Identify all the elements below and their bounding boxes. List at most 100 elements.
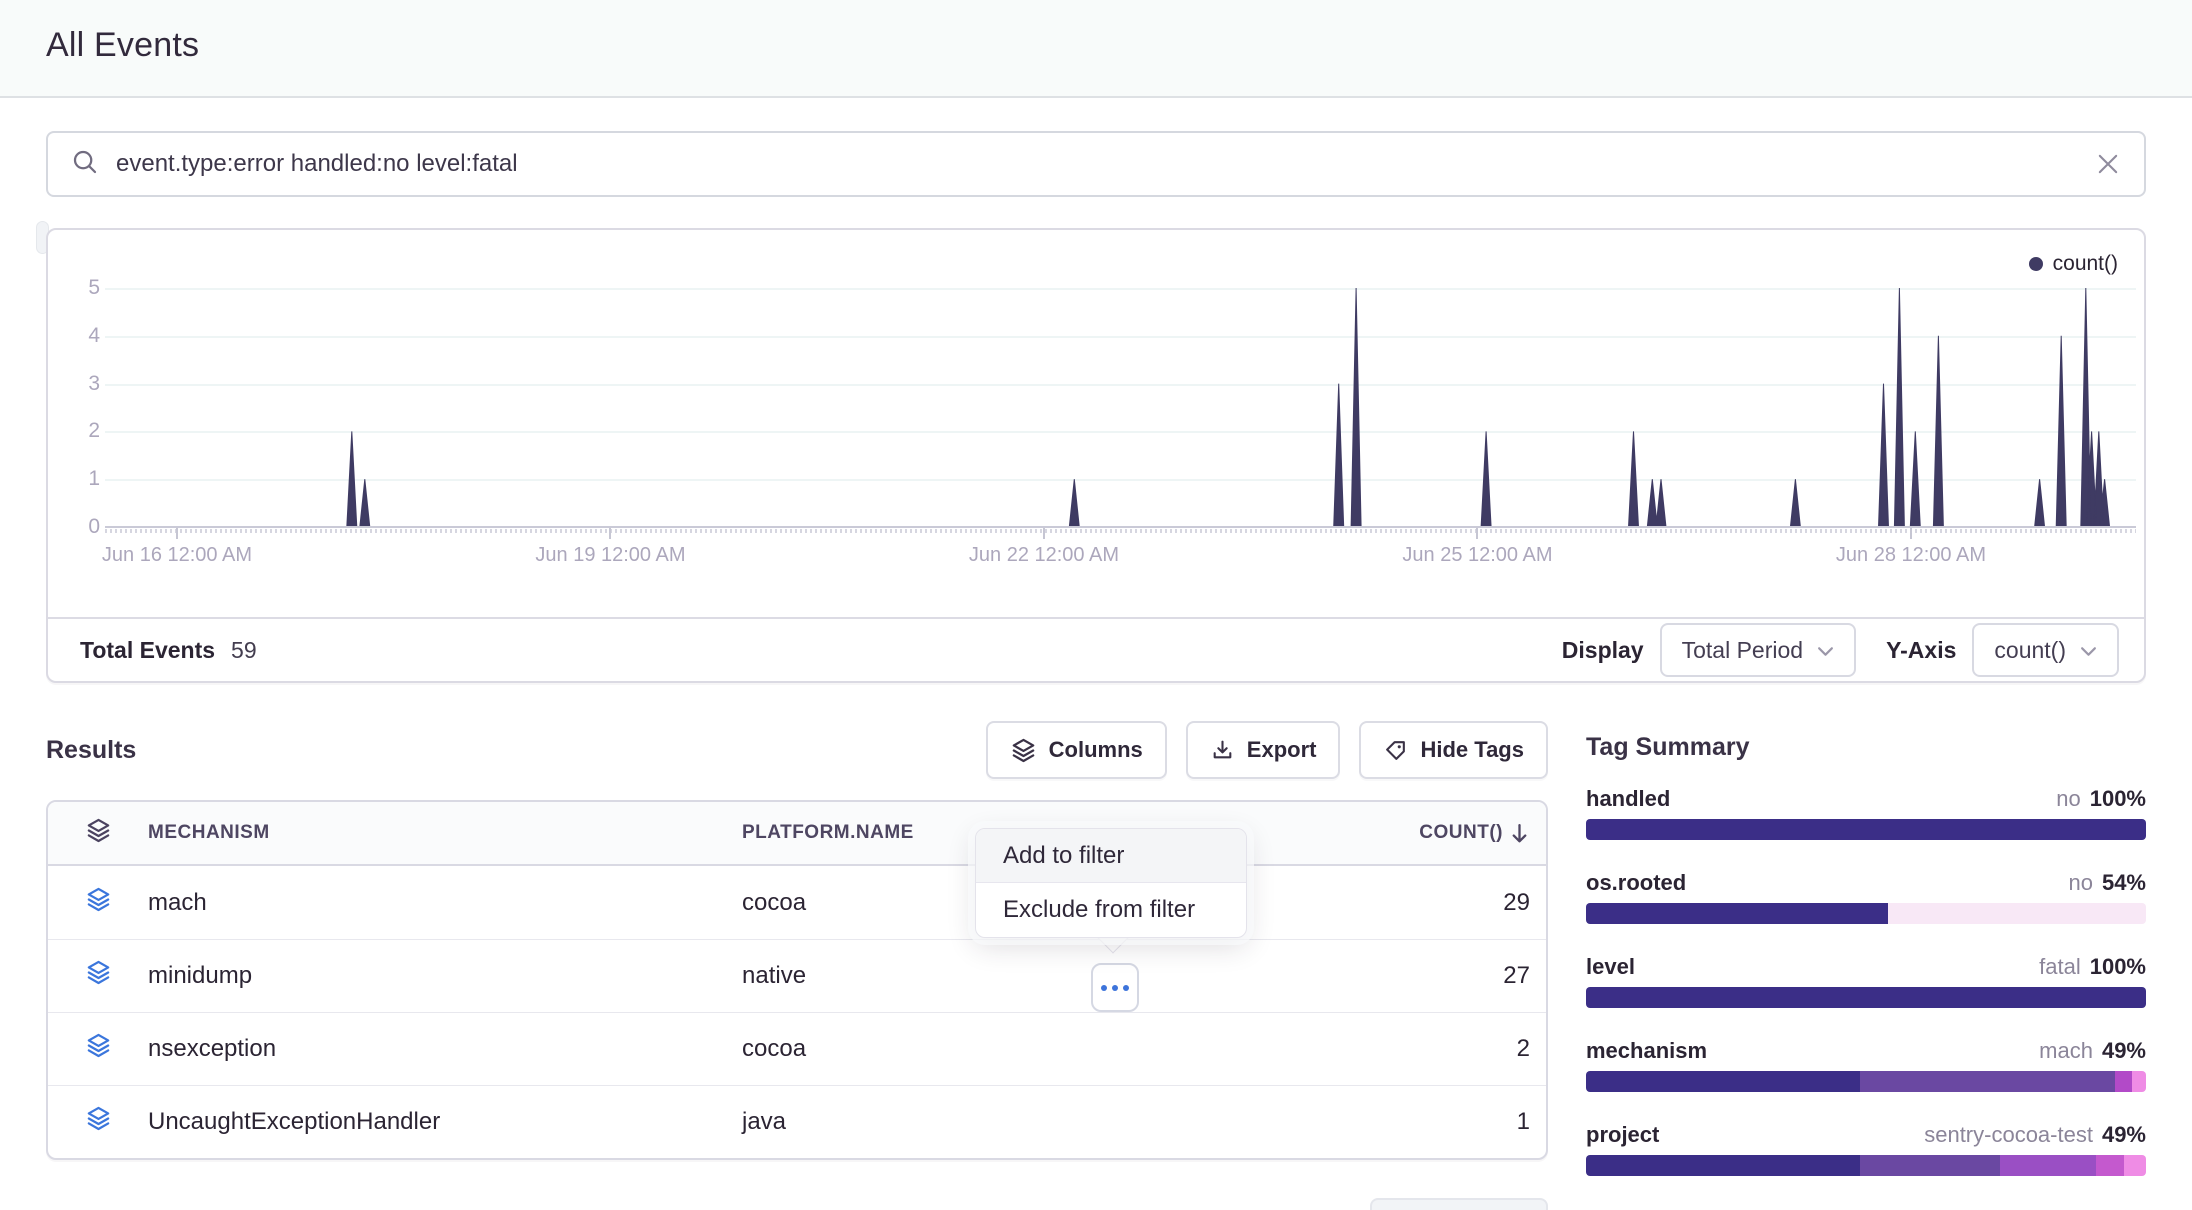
results-table: MECHANISM PLATFORM.NAME COUNT() machcoco… <box>46 800 1548 1160</box>
results-actions: Columns Export Hide Tags <box>986 721 1548 779</box>
tag-bar[interactable] <box>1586 903 2146 924</box>
row-stack-icon-cell[interactable] <box>48 1105 148 1139</box>
column-header-count[interactable]: COUNT() <box>1308 822 1546 845</box>
tag-entry: mechanismmach49% <box>1586 1038 2146 1092</box>
tag-summary-heading: Tag Summary <box>1586 733 2146 762</box>
tag-icon <box>1383 738 1408 763</box>
tag-entry: os.rootedno54% <box>1586 870 2146 924</box>
table-row[interactable]: UncaughtExceptionHandlerjava1 <box>48 1085 1546 1158</box>
tag-bar-segment[interactable] <box>1586 819 2146 840</box>
cell-count[interactable]: 2 <box>1308 1035 1546 1063</box>
x-axis-tick <box>1910 528 1912 539</box>
tag-bar-segment[interactable] <box>1888 903 2146 924</box>
clear-search-icon[interactable] <box>2094 150 2122 178</box>
tag-bar-segment[interactable] <box>2096 1155 2124 1176</box>
columns-button[interactable]: Columns <box>986 721 1167 779</box>
search-input[interactable]: event.type:error handled:no level:fatal <box>116 150 2094 178</box>
tag-name: mechanism <box>1586 1038 1707 1064</box>
y-axis-tick-label: 1 <box>54 467 100 491</box>
page-header: All Events <box>0 0 2192 98</box>
search-icon <box>70 147 100 182</box>
yaxis-select-value: count() <box>1994 637 2066 664</box>
menu-item-exclude-from-filter[interactable]: Exclude from filter <box>976 883 1246 937</box>
cell-platform-name[interactable]: java <box>742 1108 1308 1136</box>
y-axis-tick-label: 3 <box>54 372 100 396</box>
cell-mechanism[interactable]: UncaughtExceptionHandler <box>148 1108 742 1136</box>
tag-top-value: mach <box>2039 1038 2093 1064</box>
results-header: Results Columns Export Hide Tags <box>46 719 1548 781</box>
row-stack-icon-cell[interactable] <box>48 959 148 993</box>
x-axis-tick <box>1043 528 1045 539</box>
tag-entry: levelfatal100% <box>1586 954 2146 1008</box>
tag-name: handled <box>1586 786 1670 812</box>
table-header-icon-cell <box>48 817 148 850</box>
row-stack-icon-cell[interactable] <box>48 1032 148 1066</box>
layers-icon <box>85 1105 112 1139</box>
x-axis-tick-label: Jun 19 12:00 AM <box>490 544 730 567</box>
tag-bar-segment[interactable] <box>1586 987 2146 1008</box>
download-icon <box>1210 738 1235 763</box>
cell-mechanism[interactable]: mach <box>148 889 742 917</box>
cell-mechanism[interactable]: minidump <box>148 962 742 990</box>
y-axis-tick-label: 5 <box>54 276 100 300</box>
tag-bar[interactable] <box>1586 987 2146 1008</box>
table-body: machcocoa29minidumpnative27nsexceptionco… <box>48 866 1546 1158</box>
tag-bar-segment[interactable] <box>2000 1155 2095 1176</box>
row-actions-button[interactable] <box>1091 963 1139 1012</box>
cell-count[interactable]: 29 <box>1308 889 1546 917</box>
tag-bar-segment[interactable] <box>1586 1155 1860 1176</box>
tag-name: level <box>1586 954 1635 980</box>
cell-platform-name[interactable]: native <box>742 962 1308 990</box>
export-button[interactable]: Export <box>1186 721 1341 779</box>
results-heading: Results <box>46 736 136 765</box>
layers-icon <box>85 886 112 920</box>
tag-header: projectsentry-cocoa-test49% <box>1586 1122 2146 1148</box>
menu-item-add-to-filter[interactable]: Add to filter <box>976 829 1246 883</box>
tag-percent: 100% <box>2090 954 2146 980</box>
tag-entry: handled no 100% <box>1586 786 2146 840</box>
export-button-label: Export <box>1247 737 1317 763</box>
tag-bar-segment[interactable] <box>2124 1155 2146 1176</box>
discover-page: All Events event.type:error handled:no l… <box>0 0 2192 1208</box>
cell-platform-name[interactable]: cocoa <box>742 1035 1308 1063</box>
chevron-down-icon <box>2080 646 2097 657</box>
cell-count[interactable]: 27 <box>1308 962 1546 990</box>
display-select[interactable]: Total Period <box>1660 623 1856 677</box>
tag-bar-segment[interactable] <box>1860 1155 2000 1176</box>
tag-percent: 49% <box>2102 1122 2146 1148</box>
tag-bar-segment[interactable] <box>1586 1071 1860 1092</box>
cell-count[interactable]: 1 <box>1308 1108 1546 1136</box>
hide-tags-button[interactable]: Hide Tags <box>1359 721 1548 779</box>
legend-dot <box>2029 257 2043 271</box>
cell-mechanism[interactable]: nsexception <box>148 1035 742 1063</box>
tag-percent: 100% <box>2090 786 2146 812</box>
tag-bar[interactable] <box>1586 1071 2146 1092</box>
display-select-value: Total Period <box>1682 637 1803 664</box>
columns-button-label: Columns <box>1049 737 1143 763</box>
x-axis-tick <box>609 528 611 539</box>
table-row[interactable]: machcocoa29 <box>48 866 1546 939</box>
tag-header: handled no 100% <box>1586 786 2146 812</box>
pagination-stub[interactable] <box>1370 1198 1548 1210</box>
column-header-mechanism[interactable]: MECHANISM <box>148 822 742 844</box>
yaxis-select[interactable]: count() <box>1972 623 2119 677</box>
table-row[interactable]: nsexceptioncocoa2 <box>48 1012 1546 1085</box>
search-bar[interactable]: event.type:error handled:no level:fatal <box>46 131 2146 197</box>
total-events-label: Total Events <box>80 637 215 664</box>
tag-bar[interactable] <box>1586 1155 2146 1176</box>
tag-bar-segment[interactable] <box>1586 903 1888 924</box>
chart-x-axis-line <box>105 526 2136 528</box>
tag-bar[interactable] <box>1586 819 2146 840</box>
tag-bar-segment[interactable] <box>2115 1071 2132 1092</box>
x-axis-tick-label: Jun 22 12:00 AM <box>924 544 1164 567</box>
tag-top-value: no <box>2056 786 2080 812</box>
chart-x-axis-ticks <box>105 529 2136 533</box>
x-axis-tick <box>176 528 178 539</box>
tag-bar-segment[interactable] <box>1860 1071 2115 1092</box>
chart-legend[interactable]: count() <box>2029 252 2118 276</box>
row-stack-icon-cell[interactable] <box>48 886 148 920</box>
table-row[interactable]: minidumpnative27 <box>48 939 1546 1012</box>
y-axis-tick-label: 4 <box>54 324 100 348</box>
tag-bar-segment[interactable] <box>2132 1071 2146 1092</box>
layers-icon <box>1010 737 1037 764</box>
